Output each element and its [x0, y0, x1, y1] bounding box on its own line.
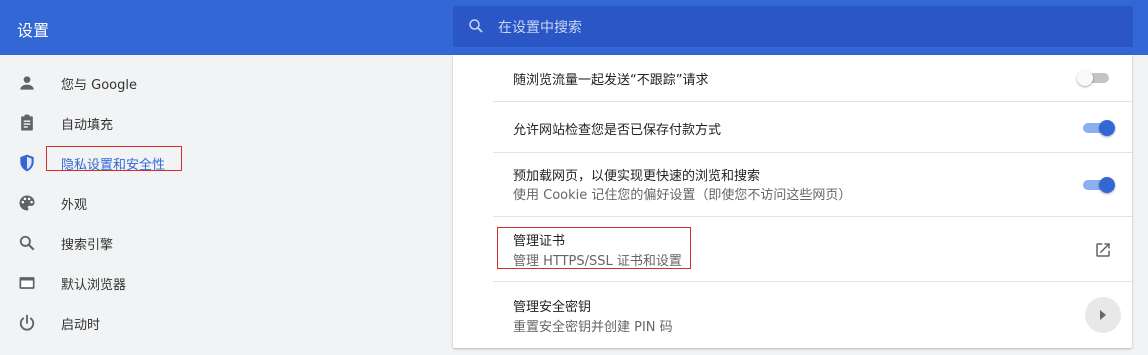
- sidebar-item-search-engine[interactable]: 搜索引擎: [0, 223, 440, 263]
- payment-check-toggle[interactable]: [1081, 120, 1115, 136]
- sidebar-item-label: 您与 Google: [61, 78, 137, 93]
- power-icon: [19, 314, 35, 331]
- do-not-track-toggle[interactable]: [1077, 70, 1111, 86]
- person-icon: [20, 76, 34, 90]
- setting-subtitle: 管理 HTTPS/SSL 证书和设置: [513, 254, 682, 269]
- setting-subtitle: 重置安全密钥并创建 PIN 码: [513, 320, 673, 335]
- sidebar-item-label: 隐私设置和安全性: [61, 158, 166, 173]
- top-bar: 设置 在设置中搜索: [0, 0, 1148, 55]
- setting-title: 管理安全密钥: [513, 300, 592, 315]
- sidebar-item-label: 启动时: [61, 318, 101, 333]
- palette-icon: [19, 195, 35, 211]
- sidebar-item-autofill[interactable]: 自动填充: [0, 103, 440, 143]
- setting-preload[interactable]: 预加载网页，以便实现更快速的浏览和搜索 使用 Cookie 记住您的偏好设置（即…: [493, 152, 1132, 216]
- sidebar-item-privacy-security[interactable]: 隐私设置和安全性: [0, 143, 440, 183]
- setting-payment-check[interactable]: 允许网站检查您是否已保存付款方式: [493, 101, 1132, 152]
- setting-title: 随浏览流量一起发送“不跟踪”请求: [513, 73, 709, 88]
- sidebar-item-default-browser[interactable]: 默认浏览器: [0, 263, 440, 303]
- shield-icon: [20, 154, 34, 172]
- setting-manage-security-keys[interactable]: 管理安全密钥 重置安全密钥并创建 PIN 码: [493, 281, 1132, 348]
- sidebar-item-you-and-google[interactable]: 您与 Google: [0, 63, 440, 103]
- arrow-right-icon: [1100, 310, 1106, 320]
- sidebar-item-appearance[interactable]: 外观: [0, 183, 440, 223]
- sidebar-item-label: 搜索引擎: [61, 238, 114, 253]
- browser-window-icon: [19, 277, 35, 289]
- setting-title: 预加载网页，以便实现更快速的浏览和搜索: [513, 169, 761, 184]
- sidebar-item-label: 默认浏览器: [61, 278, 127, 293]
- search-input[interactable]: 在设置中搜索: [498, 17, 582, 37]
- sidebar-item-label: 自动填充: [61, 118, 114, 133]
- search-icon: [19, 235, 35, 251]
- setting-subtitle: 使用 Cookie 记住您的偏好设置（即使您不访问这些网页）: [513, 188, 852, 203]
- sidebar-item-label: 外观: [61, 198, 88, 213]
- preload-toggle[interactable]: [1081, 177, 1115, 193]
- setting-title: 管理证书: [513, 234, 566, 249]
- clipboard-icon: [21, 114, 33, 131]
- settings-card: 随浏览流量一起发送“不跟踪”请求 允许网站检查您是否已保存付款方式 预加载网页，…: [453, 55, 1132, 348]
- open-in-new-icon[interactable]: [1094, 241, 1112, 259]
- search-box[interactable]: 在设置中搜索: [453, 6, 1133, 47]
- setting-do-not-track[interactable]: 随浏览流量一起发送“不跟踪”请求: [493, 55, 1132, 101]
- sidebar-item-on-startup[interactable]: 启动时: [0, 303, 440, 343]
- security-keys-arrow-button[interactable]: [1085, 297, 1121, 333]
- page-title: 设置: [17, 21, 50, 40]
- sidebar: 您与 Google 自动填充 隐私设置和安全性 外观 搜索引擎 默认浏览器 启动…: [0, 55, 440, 355]
- search-icon[interactable]: [467, 17, 485, 35]
- setting-title: 允许网站检查您是否已保存付款方式: [513, 123, 722, 138]
- setting-manage-certificates[interactable]: 管理证书 管理 HTTPS/SSL 证书和设置: [493, 216, 1132, 281]
